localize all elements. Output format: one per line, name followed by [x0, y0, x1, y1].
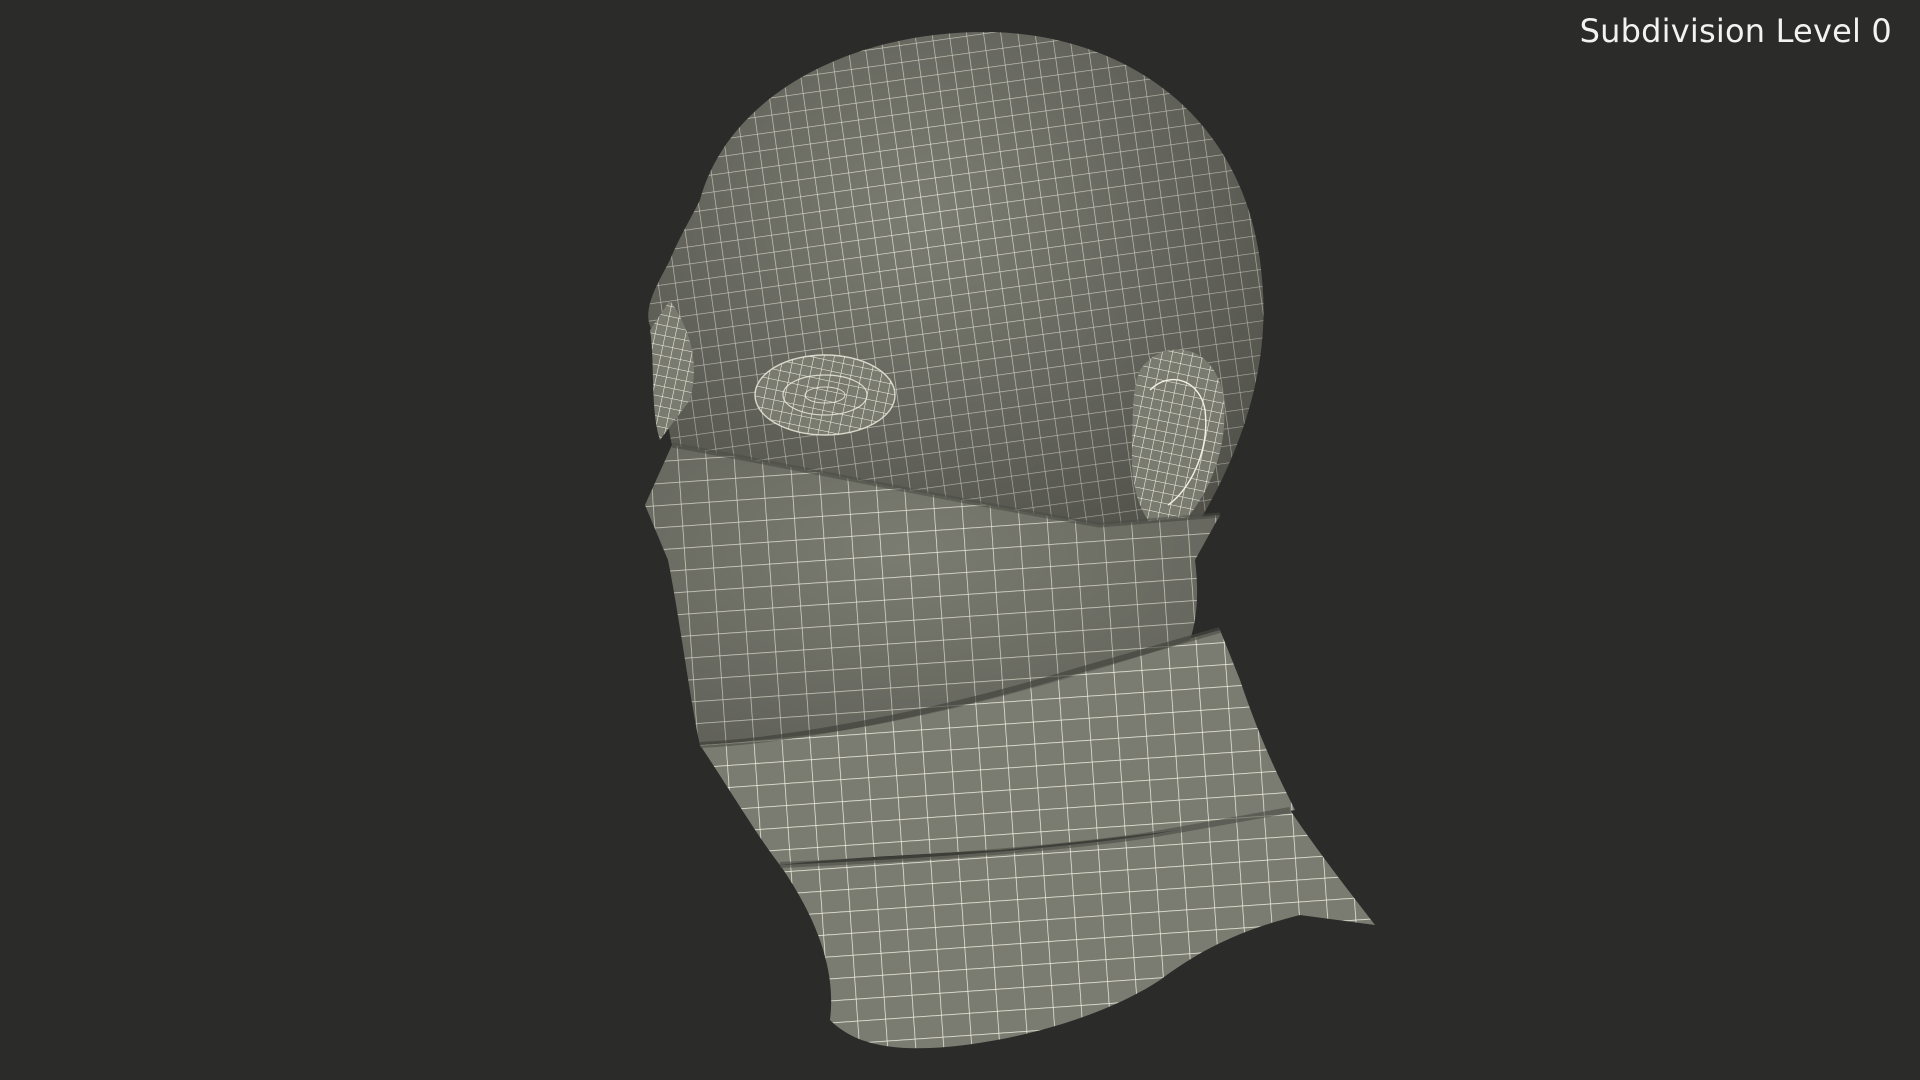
- face-mask-mesh: [645, 442, 1375, 1049]
- eye-socket-mesh: [754, 354, 896, 436]
- ear-mesh: [1131, 349, 1225, 532]
- subdivision-level-label: Subdivision Level 0: [1579, 12, 1892, 50]
- 3d-viewport[interactable]: Subdivision Level 0: [0, 0, 1920, 1080]
- wireframe-head-model: [645, 31, 1375, 1049]
